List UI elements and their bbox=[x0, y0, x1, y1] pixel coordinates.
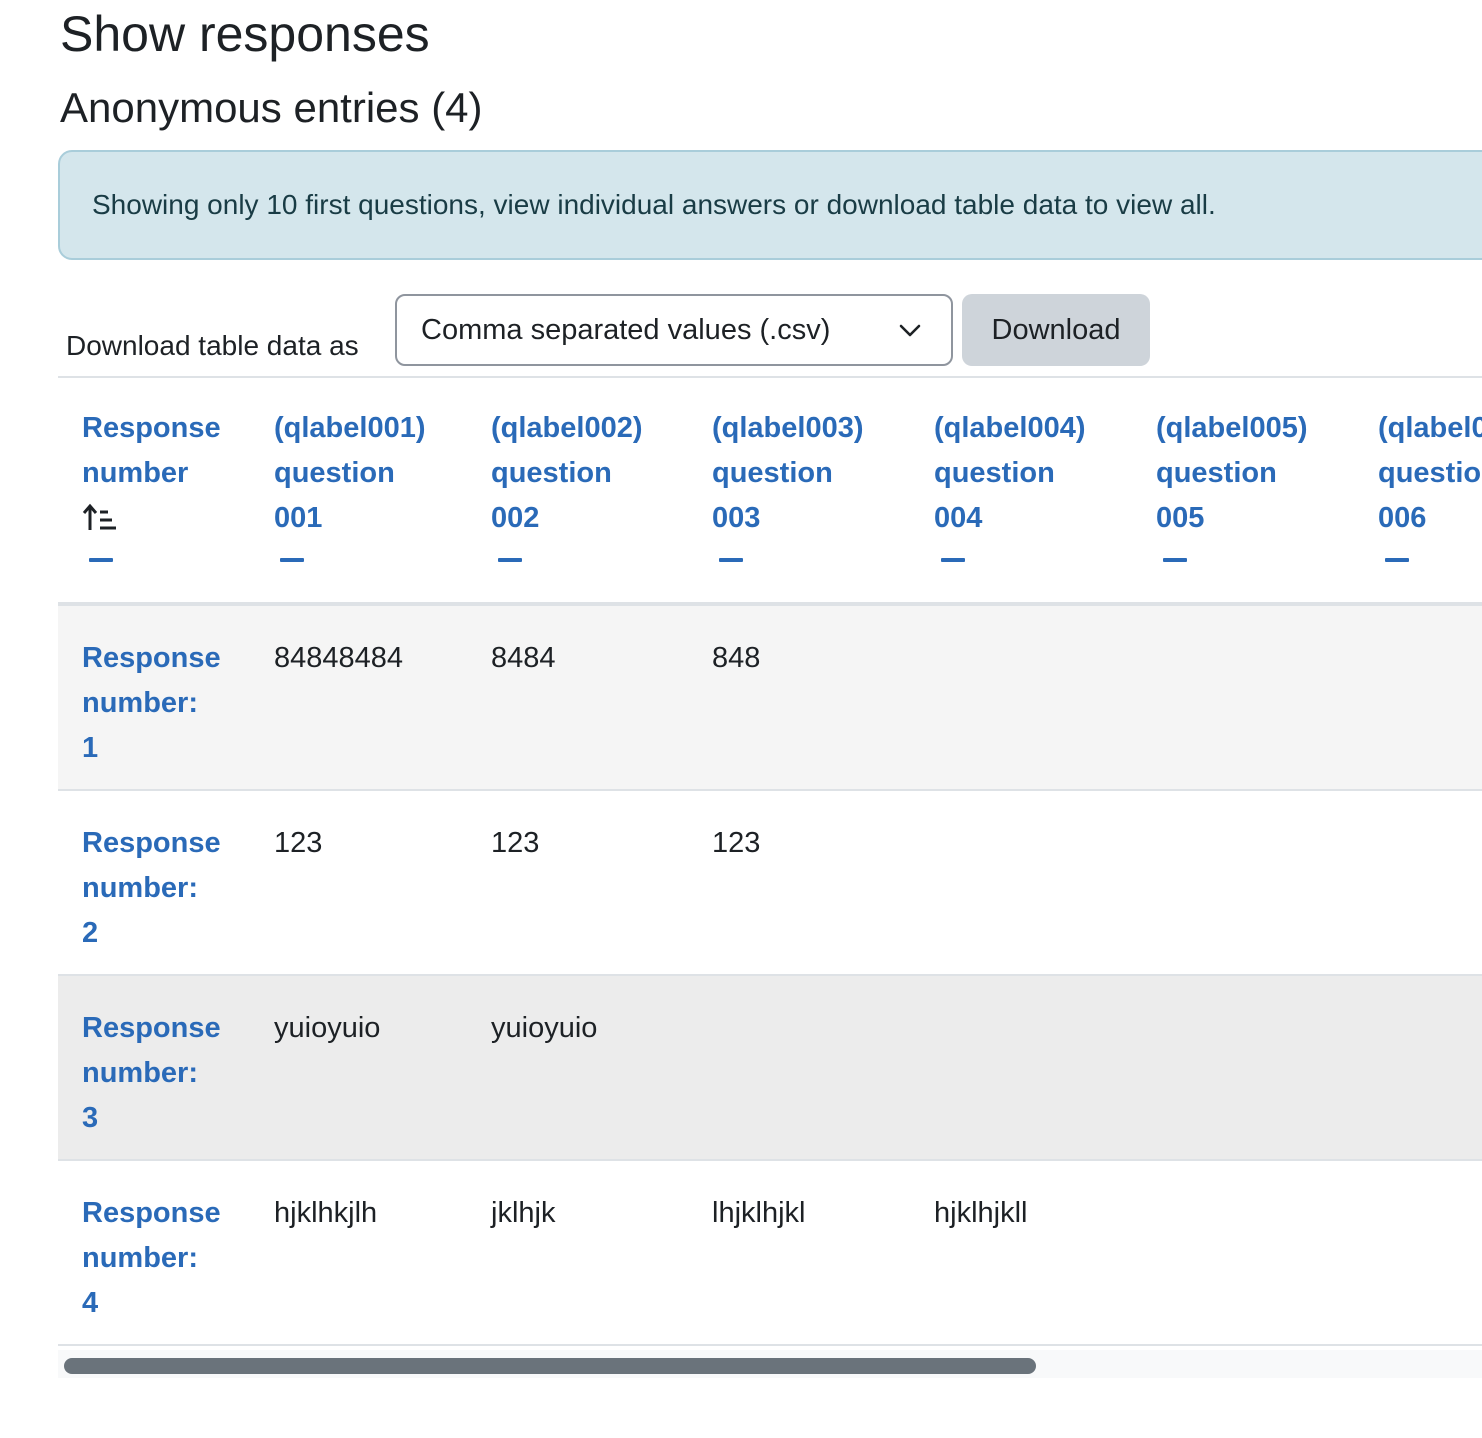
response-link-line: number: bbox=[82, 872, 198, 904]
column-header-line: 005 bbox=[1156, 502, 1205, 534]
column-header-line: question bbox=[274, 457, 395, 489]
response-link-line: number: bbox=[82, 1242, 198, 1274]
table-row: Response number: 1 84848484 8484 848 bbox=[58, 606, 1482, 791]
column-header-line: (qlabel002) bbox=[491, 412, 643, 444]
column-header-line: question bbox=[712, 457, 833, 489]
column-header-line: 001 bbox=[274, 502, 323, 534]
collapse-column-icon[interactable] bbox=[280, 558, 304, 562]
column-header-line: 006 bbox=[1378, 502, 1427, 534]
download-button[interactable]: Download bbox=[962, 294, 1150, 366]
collapse-column-icon[interactable] bbox=[719, 558, 743, 562]
collapse-column-icon[interactable] bbox=[89, 558, 113, 562]
response-link-line: 4 bbox=[82, 1287, 99, 1319]
response-link-line: Response bbox=[82, 827, 221, 859]
column-header-question-002[interactable]: (qlabel002) question 002 bbox=[491, 406, 643, 541]
column-header-line: (qlabel004) bbox=[934, 412, 1086, 444]
column-header-line: (qlabel006) bbox=[1378, 412, 1482, 444]
collapse-column-icon[interactable] bbox=[498, 558, 522, 562]
table-cell: yuioyuio bbox=[274, 1012, 381, 1044]
response-link[interactable]: Response number: 4 bbox=[82, 1191, 221, 1326]
table-cell: 123 bbox=[712, 827, 761, 859]
column-header-question-006[interactable]: (qlabel006) question 006 bbox=[1378, 406, 1482, 541]
table-cell: 123 bbox=[491, 827, 540, 859]
download-format-selected: Comma separated values (.csv) bbox=[421, 313, 831, 346]
table-cell: hjklhkjlh bbox=[274, 1197, 378, 1229]
info-alert: Showing only 10 first questions, view in… bbox=[58, 150, 1482, 260]
sort-ascending-icon[interactable] bbox=[82, 502, 118, 534]
column-header-line: (qlabel005) bbox=[1156, 412, 1308, 444]
table-cell: 8484 bbox=[491, 642, 556, 674]
response-link[interactable]: Response number: 3 bbox=[82, 1006, 221, 1141]
column-header-line: (qlabel003) bbox=[712, 412, 864, 444]
column-header-line: Response bbox=[82, 412, 221, 444]
table-cell: 848 bbox=[712, 642, 761, 674]
column-header-line: question bbox=[1156, 457, 1277, 489]
response-link-line: Response bbox=[82, 1012, 221, 1044]
table-cell: jklhjk bbox=[491, 1197, 556, 1229]
table-cell: lhjklhjkl bbox=[712, 1197, 806, 1229]
download-form: Download table data as Comma separated v… bbox=[58, 294, 1482, 366]
column-header-line: 004 bbox=[934, 502, 983, 534]
horizontal-scrollbar[interactable] bbox=[58, 1350, 1482, 1378]
table-cell: hjklhjkll bbox=[934, 1197, 1028, 1229]
column-header-line: question bbox=[491, 457, 612, 489]
response-link-line: number: bbox=[82, 1057, 198, 1089]
info-alert-message: Showing only 10 first questions, view in… bbox=[92, 189, 1216, 220]
table-row: Response number: 3 yuioyuio yuioyuio bbox=[58, 976, 1482, 1161]
table-row: Response number: 2 123 123 123 bbox=[58, 791, 1482, 976]
response-link[interactable]: Response number: 2 bbox=[82, 821, 221, 956]
column-header-line: 003 bbox=[712, 502, 761, 534]
column-header-line: question bbox=[1378, 457, 1482, 489]
scrollbar-thumb[interactable] bbox=[64, 1358, 1036, 1374]
collapse-column-icon[interactable] bbox=[1163, 558, 1187, 562]
column-header-line: question bbox=[934, 457, 1055, 489]
column-header-line: 002 bbox=[491, 502, 540, 534]
chevron-down-icon bbox=[899, 324, 921, 337]
table-cell: 84848484 bbox=[274, 642, 404, 674]
response-link-line: Response bbox=[82, 642, 221, 674]
table-row: Response number: 4 hjklhkjlh jklhjk lhjk… bbox=[58, 1161, 1482, 1346]
table-cell: yuioyuio bbox=[491, 1012, 598, 1044]
response-link-line: 2 bbox=[82, 917, 99, 949]
column-header-question-005[interactable]: (qlabel005) question 005 bbox=[1156, 406, 1308, 541]
anonymous-entries-heading: Anonymous entries (4) bbox=[60, 84, 483, 131]
collapse-column-icon[interactable] bbox=[941, 558, 965, 562]
page-title: Show responses bbox=[60, 6, 430, 62]
column-header-response-number[interactable]: Response number bbox=[82, 406, 221, 534]
column-header-line: (qlabel001) bbox=[274, 412, 426, 444]
column-header-question-004[interactable]: (qlabel004) question 004 bbox=[934, 406, 1086, 541]
column-header-question-003[interactable]: (qlabel003) question 003 bbox=[712, 406, 864, 541]
response-link[interactable]: Response number: 1 bbox=[82, 636, 221, 771]
table-header: Response number (qlabel001) question 001 bbox=[58, 378, 1482, 606]
download-format-label: Download table data as bbox=[66, 330, 359, 361]
response-link-line: Response bbox=[82, 1197, 221, 1229]
response-link-line: 1 bbox=[82, 732, 99, 764]
column-header-line: number bbox=[82, 457, 189, 489]
response-link-line: number: bbox=[82, 687, 198, 719]
column-header-question-001[interactable]: (qlabel001) question 001 bbox=[274, 406, 426, 541]
collapse-column-icon[interactable] bbox=[1385, 558, 1409, 562]
responses-table: Response number (qlabel001) question 001 bbox=[58, 376, 1482, 1378]
download-format-select[interactable]: Comma separated values (.csv) bbox=[395, 294, 953, 366]
table-cell: 123 bbox=[274, 827, 323, 859]
response-link-line: 3 bbox=[82, 1102, 99, 1134]
